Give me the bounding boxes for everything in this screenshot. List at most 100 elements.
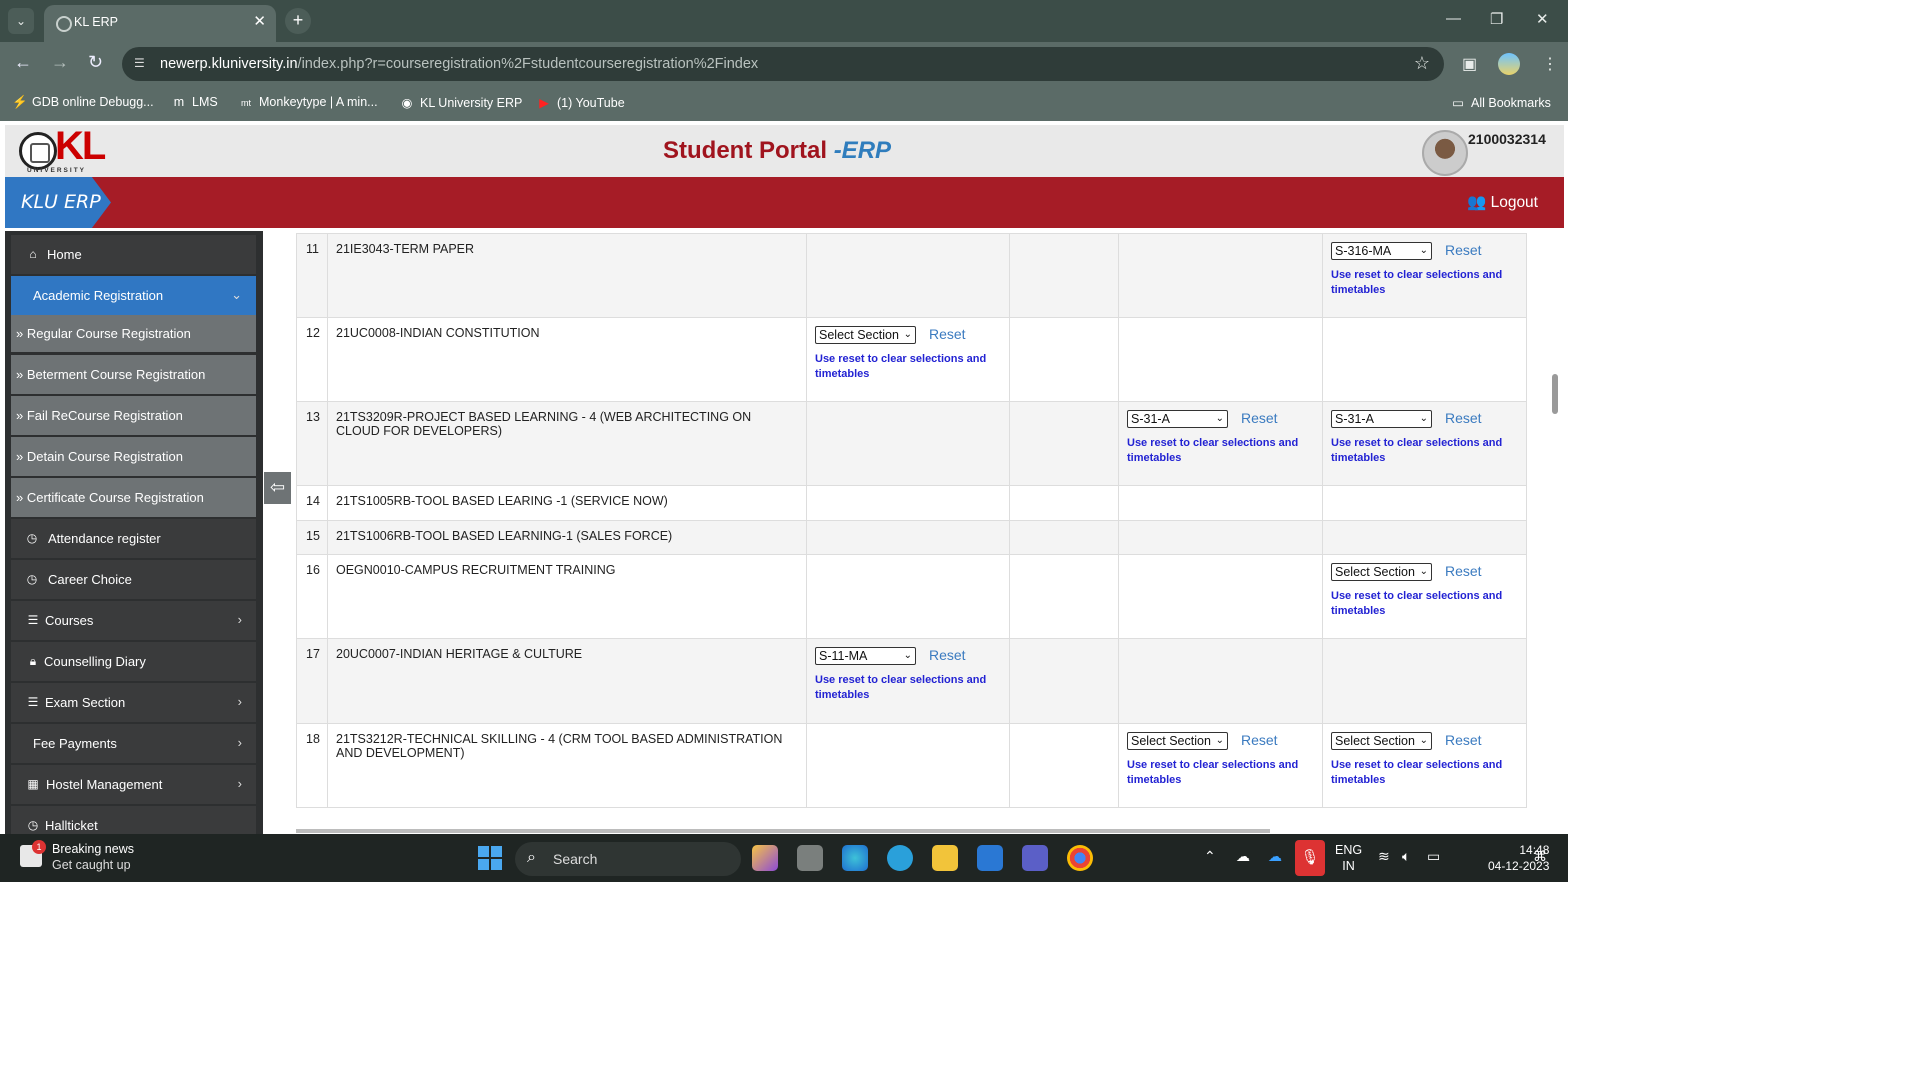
battery-icon[interactable]: ▭	[1427, 848, 1440, 865]
section-select[interactable]: S-11-MA ⌄	[815, 647, 916, 665]
news-subtitle[interactable]: Get caught up	[52, 858, 131, 872]
bookmark-star-icon[interactable]: ☆	[1414, 53, 1430, 74]
vertical-scrollbar[interactable]	[1552, 374, 1558, 414]
site-info-icon[interactable]: ☰	[134, 56, 150, 72]
section-cell: Select Section ⌄ Reset Use reset to clear s…	[806, 317, 1010, 402]
section-select[interactable]: S-316-MA ⌄	[1331, 242, 1432, 260]
microphone-icon[interactable]: 🎙︎	[1295, 840, 1325, 876]
chrome-icon[interactable]	[1067, 845, 1093, 871]
chevron-down-icon: ⌄	[1419, 566, 1428, 577]
sidebar-collapse-button[interactable]: ⇦	[264, 472, 291, 504]
section-select[interactable]: Select Section ⌄	[1331, 732, 1432, 750]
edge-icon[interactable]	[842, 845, 868, 871]
all-bookmarks[interactable]: ▭ All Bookmarks	[1451, 95, 1551, 110]
chevron-down-icon: ⌄	[1419, 245, 1428, 256]
teams-icon[interactable]	[1022, 845, 1048, 871]
table-row: 17 20UC0007-INDIAN HERITAGE & CULTURE S-11…	[296, 638, 1527, 724]
section-select[interactable]: S-31-A ⌄	[1331, 410, 1432, 428]
kl-logo[interactable]: KL UNIVERSITY	[19, 124, 131, 174]
brand-tag[interactable]: KLU ERP	[5, 177, 111, 228]
sidebar-item-hallticket[interactable]: ◷ Hallticket	[11, 806, 256, 834]
sidebar-item-attendance-register[interactable]: ◷ Attendance register	[11, 519, 256, 558]
reset-link[interactable]: Reset	[1241, 410, 1278, 426]
wifi-icon[interactable]: ≋	[1378, 848, 1390, 865]
sidebar-item-career-choice[interactable]: ◷ Career Choice	[11, 560, 256, 599]
sidebar-item-courses[interactable]: ☰ Courses ›	[11, 601, 256, 640]
sidebar-item-exam-section[interactable]: ☰ Exam Section ›	[11, 683, 256, 722]
sidebar-item-fail-recourse-registration[interactable]: » Fail ReCourse Registration	[11, 396, 256, 435]
restore-icon[interactable]: ❐	[1490, 10, 1503, 28]
minimize-icon[interactable]: —	[1446, 10, 1461, 27]
sidebar-item-counselling-diary[interactable]: 🔒︎ Counselling Diary	[11, 642, 256, 681]
sidebar-item-certificate-course-registration[interactable]: » Certificate Course Registration	[11, 478, 256, 517]
section-cell	[1322, 520, 1527, 555]
volume-icon[interactable]: 🔈︎	[1402, 848, 1410, 865]
new-tab-button[interactable]: +	[285, 8, 311, 34]
clock-icon: ◷	[26, 572, 38, 586]
bookmark-gdb[interactable]: ⚡ GDB online Debugg...	[12, 95, 154, 110]
profile-avatar[interactable]	[1498, 53, 1520, 75]
reset-hint: Use reset to clear selections and timeta…	[1331, 590, 1503, 617]
address-bar[interactable]: ☰ newerp.kluniversity.in/index.php?r=cou…	[122, 47, 1444, 81]
section-select[interactable]: Select Section ⌄	[815, 326, 916, 344]
menu-kebab-icon[interactable]: ⋮	[1542, 54, 1558, 74]
news-title[interactable]: Breaking news	[52, 842, 134, 856]
sidebar-item-home[interactable]: ⌂ Home	[11, 235, 256, 274]
section-cell	[1322, 317, 1527, 402]
back-icon[interactable]: ←	[14, 52, 32, 73]
logout-button[interactable]: 👥 Logout	[1467, 193, 1538, 212]
serial-number: 17	[296, 638, 328, 724]
sidebar-item-hostel-management[interactable]: ▦ Hostel Management ›	[11, 765, 256, 804]
reset-link[interactable]: Reset	[1241, 732, 1278, 748]
section-cell: Select Section ⌄ Reset Use reset to clear s…	[1322, 554, 1527, 639]
sidebar-item-fee-payments[interactable]: Fee Payments ›	[11, 724, 256, 763]
sidebar-item-beterment-course-registration[interactable]: » Beterment Course Registration	[11, 355, 256, 394]
reset-link[interactable]: Reset	[929, 326, 966, 342]
course-name: 21TS3212R-TECHNICAL SKILLING - 4 (CRM TO…	[327, 723, 807, 808]
tab-favicon-icon	[56, 16, 72, 32]
file-explorer-icon[interactable]	[932, 845, 958, 871]
bookmark-monkeytype[interactable]: mt Monkeytype | A min...	[239, 95, 378, 109]
globe-icon: ◉	[401, 96, 413, 110]
sidebar-item-academic-registration[interactable]: Academic Registration ⌄	[11, 276, 256, 315]
reset-link[interactable]: Reset	[1445, 563, 1482, 579]
forward-icon[interactable]: →	[51, 52, 69, 73]
bookmarks-bar: ⚡ GDB online Debugg... m LMS mt Monkeytype …	[0, 87, 1568, 121]
reset-link[interactable]: Reset	[1445, 732, 1482, 748]
reset-link[interactable]: Reset	[1445, 410, 1482, 426]
bookmark-youtube[interactable]: ▶ (1) YouTube	[537, 95, 624, 110]
language-indicator[interactable]: ENG IN	[1335, 842, 1362, 874]
section-select[interactable]: Select Section ⌄	[1331, 563, 1432, 581]
user-lock-icon: 👥	[1466, 194, 1487, 211]
browser-tab[interactable]: KL ERP ✕	[44, 5, 276, 42]
sidebar-item-regular-course-registration[interactable]: » Regular Course Registration	[11, 315, 256, 352]
mail-icon[interactable]	[977, 845, 1003, 871]
reset-link[interactable]: Reset	[1445, 242, 1482, 258]
copilot-icon[interactable]	[752, 845, 778, 871]
serial-number: 16	[296, 554, 328, 639]
start-button[interactable]	[478, 846, 502, 870]
tray-chevron-up-icon[interactable]: ⌃	[1204, 848, 1216, 865]
reset-link[interactable]: Reset	[929, 647, 966, 663]
horizontal-scrollbar[interactable]	[296, 829, 1270, 833]
section-cell	[1118, 638, 1323, 724]
telegram-icon[interactable]	[887, 845, 913, 871]
section-select[interactable]: S-31-A ⌄	[1127, 410, 1228, 428]
window-close-icon[interactable]: ✕	[1536, 10, 1549, 28]
reset-hint: Use reset to clear selections and timeta…	[1331, 437, 1503, 464]
onedrive-icon[interactable]: ☁	[1236, 848, 1250, 865]
reload-icon[interactable]: ↻	[88, 52, 103, 73]
section-cell: S-31-A ⌄ Reset Use reset to clear selection…	[1322, 401, 1527, 486]
tab-search-button[interactable]: ⌄	[8, 8, 34, 34]
taskbar-search[interactable]: ⌕ Search	[515, 842, 741, 876]
sidebar-item-detain-course-registration[interactable]: » Detain Course Registration	[11, 437, 256, 476]
tab-close-icon[interactable]: ✕	[253, 12, 266, 30]
bookmark-lms[interactable]: m LMS	[172, 95, 218, 109]
side-panel-icon[interactable]: ▣	[1462, 54, 1477, 74]
bookmark-kl-erp[interactable]: ◉ KL University ERP	[400, 95, 523, 110]
section-select[interactable]: Select Section ⌄	[1127, 732, 1228, 750]
task-view-icon[interactable]	[797, 845, 823, 871]
notification-icon[interactable]: ⌘	[1533, 848, 1547, 865]
onedrive-blue-icon[interactable]: ☁	[1268, 848, 1282, 865]
avatar[interactable]	[1422, 130, 1468, 176]
